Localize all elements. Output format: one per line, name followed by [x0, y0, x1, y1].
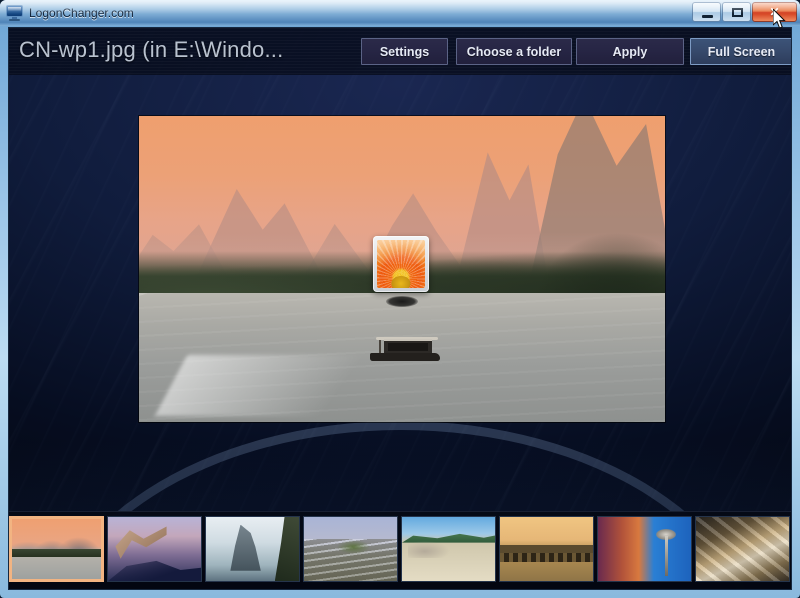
- wallpaper-preview[interactable]: [139, 116, 665, 422]
- title-bar: LogonChanger.com ✕: [0, 0, 800, 26]
- thumbnail-strip[interactable]: [9, 511, 791, 589]
- full-screen-button[interactable]: Full Screen: [690, 38, 791, 65]
- minimize-button[interactable]: [692, 2, 721, 22]
- thumbnail-image: [12, 519, 101, 579]
- maximize-button[interactable]: [722, 2, 751, 22]
- preview-treeline-dark: [507, 195, 665, 306]
- preview-boat-wake: [154, 354, 429, 416]
- client-area: CN-wp1.jpg (in E:\Windo... Settings Choo…: [8, 27, 792, 590]
- user-account-tile: [373, 236, 429, 292]
- thumbnail-item[interactable]: [695, 516, 790, 582]
- flower-icon: [377, 240, 425, 288]
- window-title: LogonChanger.com: [29, 6, 134, 20]
- thumbnail-image: [402, 517, 495, 581]
- monitor-icon: [6, 5, 23, 21]
- close-button[interactable]: ✕: [752, 2, 797, 22]
- preview-boat: [370, 335, 441, 361]
- choose-folder-button[interactable]: Choose a folder: [456, 38, 572, 65]
- application-window: LogonChanger.com ✕ CN-wp1.jpg (in E:\Win…: [0, 0, 800, 598]
- thumbnail-image: [304, 517, 397, 581]
- settings-button[interactable]: Settings: [361, 38, 448, 65]
- user-tile-shadow: [386, 296, 418, 307]
- thumbnail-item[interactable]: [597, 516, 692, 582]
- toolbar: CN-wp1.jpg (in E:\Windo... Settings Choo…: [9, 28, 791, 75]
- thumbnail-item[interactable]: [9, 516, 104, 582]
- thumbnail-item[interactable]: [107, 516, 202, 582]
- thumbnail-image: [500, 517, 593, 581]
- current-file-label: CN-wp1.jpg (in E:\Windo...: [19, 37, 284, 62]
- close-icon: ✕: [769, 5, 780, 19]
- thumbnail-item[interactable]: [205, 516, 300, 582]
- thumbnail-item[interactable]: [303, 516, 398, 582]
- thumbnail-item[interactable]: [401, 516, 496, 582]
- thumbnail-item[interactable]: [499, 516, 594, 582]
- thumbnail-image: [598, 517, 691, 581]
- window-controls: ✕: [691, 2, 797, 22]
- title-bar-left: LogonChanger.com: [6, 5, 134, 21]
- thumbnail-image: [696, 517, 789, 581]
- apply-button[interactable]: Apply: [576, 38, 684, 65]
- thumbnail-image: [108, 517, 201, 581]
- thumbnail-row: [9, 516, 791, 582]
- thumbnail-image: [206, 517, 299, 581]
